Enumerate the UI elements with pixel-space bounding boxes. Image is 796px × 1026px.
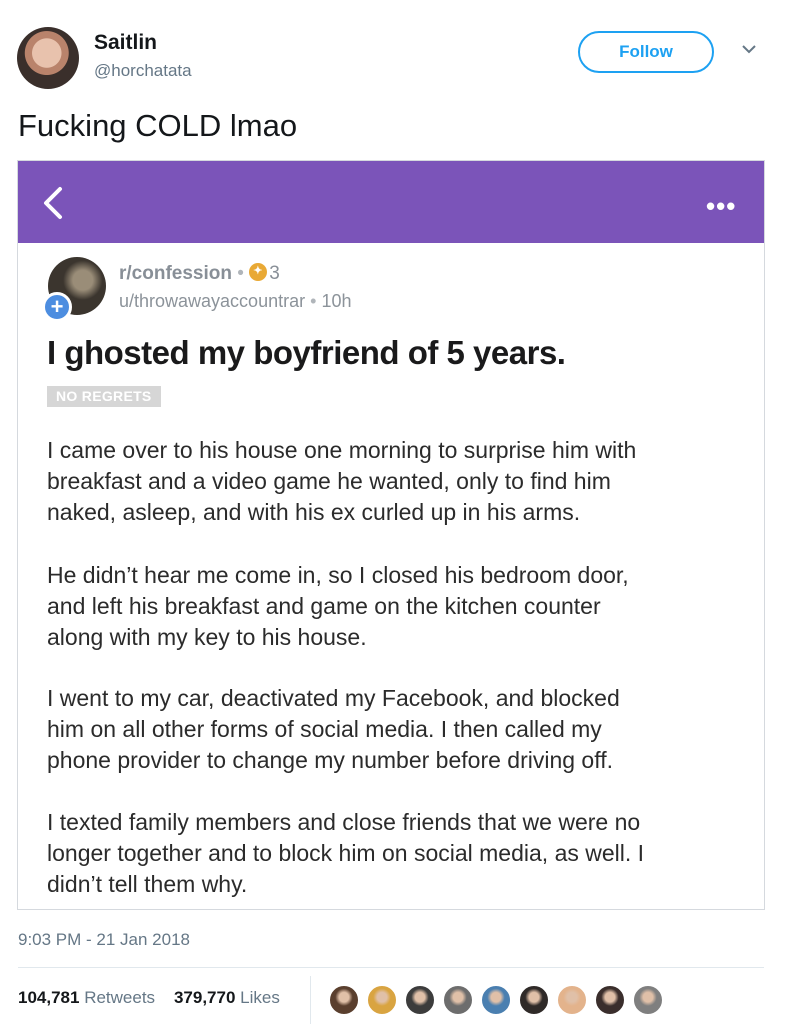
subreddit-name: r/confession	[119, 263, 232, 284]
user-handle[interactable]: @horchatata	[94, 61, 192, 81]
engagement-stats: 104,781 Retweets 379,770 Likes	[18, 988, 280, 1008]
liker-avatar[interactable]	[594, 984, 626, 1016]
liker-avatar[interactable]	[366, 984, 398, 1016]
separator-dot: •	[310, 291, 317, 311]
post-paragraph: I came over to his house one morning to …	[47, 437, 637, 525]
avatar[interactable]	[17, 27, 79, 89]
author-name: u/throwawayaccountrar	[119, 291, 306, 311]
liker-avatars	[328, 984, 678, 1018]
liker-avatar[interactable]	[328, 984, 360, 1016]
retweets-label: Retweets	[84, 988, 156, 1007]
retweets-link[interactable]: 104,781 Retweets	[18, 988, 155, 1007]
liker-avatar[interactable]	[632, 984, 664, 1016]
tweet-text: Fucking COLD lmao	[18, 108, 298, 143]
likes-link[interactable]: 379,770 Likes	[174, 988, 280, 1007]
author-line: u/throwawayaccountrar • 10h	[119, 291, 351, 312]
likes-count: 379,770	[173, 988, 236, 1007]
reddit-header-bar: •••	[18, 161, 764, 243]
award-icon	[249, 263, 268, 281]
post-age: 10h	[321, 291, 352, 311]
chevron-down-icon[interactable]	[738, 38, 760, 60]
retweets-count: 104,781	[18, 988, 80, 1007]
display-name[interactable]: Saitlin	[94, 31, 157, 55]
post-title: I ghosted my boyfriend of 5 years.	[47, 334, 566, 371]
follow-button[interactable]: Follow	[578, 31, 714, 73]
attached-image[interactable]: ••• + r/confession • 3 u/throwawayaccoun…	[17, 160, 765, 910]
liker-avatar[interactable]	[480, 984, 512, 1016]
post-paragraph: I went to my car, deactivated my Faceboo…	[47, 685, 620, 773]
separator-dot: •	[237, 263, 244, 284]
liker-avatar[interactable]	[404, 984, 436, 1016]
more-options-icon: •••	[706, 191, 737, 221]
liker-avatar[interactable]	[556, 984, 588, 1016]
back-arrow-icon	[44, 187, 62, 219]
post-paragraph: He didn’t hear me come in, so I closed h…	[47, 562, 629, 650]
plus-icon: +	[42, 292, 72, 322]
liker-avatar[interactable]	[442, 984, 474, 1016]
likes-label: Likes	[240, 988, 280, 1007]
post-paragraph: I texted family members and close friend…	[47, 809, 645, 897]
stats-divider	[310, 976, 311, 1024]
tweet-timestamp[interactable]: 9:03 PM - 21 Jan 2018	[18, 930, 190, 950]
subreddit-line: r/confession • 3	[119, 263, 280, 285]
flair-badge: NO REGRETS	[47, 386, 161, 407]
award-count: 3	[269, 263, 280, 284]
liker-avatar[interactable]	[518, 984, 550, 1016]
divider	[18, 967, 764, 968]
